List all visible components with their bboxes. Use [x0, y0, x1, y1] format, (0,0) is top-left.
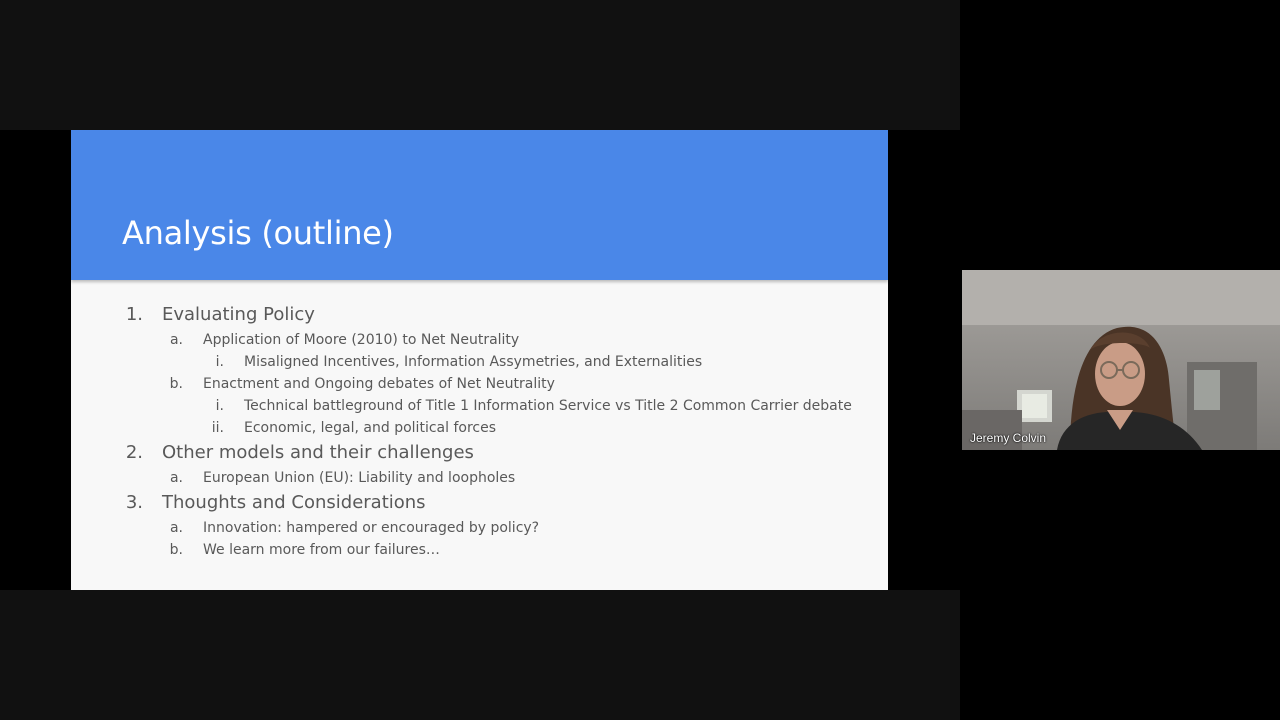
- presentation-slide: Analysis (outline) 1. Evaluating Policy …: [71, 130, 888, 590]
- outline-text: Evaluating Policy: [162, 304, 315, 325]
- outline-text: Innovation: hampered or encouraged by po…: [203, 520, 540, 536]
- outline-text: Misaligned Incentives, Information Assym…: [244, 354, 703, 370]
- outline-marker: 1.: [125, 304, 143, 325]
- outline-marker: a.: [169, 332, 183, 348]
- outline-text: Application of Moore (2010) to Net Neutr…: [203, 332, 520, 348]
- outline-marker: b.: [169, 542, 183, 558]
- outline-marker: b.: [169, 376, 183, 392]
- outline-text: European Union (EU): Liability and looph…: [203, 470, 516, 486]
- outline-text: We learn more from our failures…: [203, 542, 440, 558]
- participant-video-feed: [962, 270, 1280, 450]
- outline-marker: 2.: [125, 442, 143, 463]
- outline-text: Thoughts and Considerations: [162, 492, 426, 513]
- outline-marker: ii.: [211, 420, 224, 436]
- outline-text: Economic, legal, and political forces: [244, 420, 496, 436]
- outline-text: Technical battleground of Title 1 Inform…: [244, 398, 852, 414]
- outline-text: Other models and their challenges: [162, 442, 474, 463]
- participant-video-tile[interactable]: Jeremy Colvin: [962, 270, 1280, 450]
- participant-name-label: Jeremy Colvin: [970, 431, 1047, 445]
- outline-marker: a.: [169, 520, 183, 536]
- outline-marker: a.: [169, 470, 183, 486]
- outline-list: 1. Evaluating Policy a. Application of M…: [71, 130, 888, 590]
- outline-marker: i.: [215, 354, 224, 370]
- outline-marker: 3.: [125, 492, 143, 513]
- outline-marker: i.: [215, 398, 224, 414]
- outline-text: Enactment and Ongoing debates of Net Neu…: [203, 376, 555, 392]
